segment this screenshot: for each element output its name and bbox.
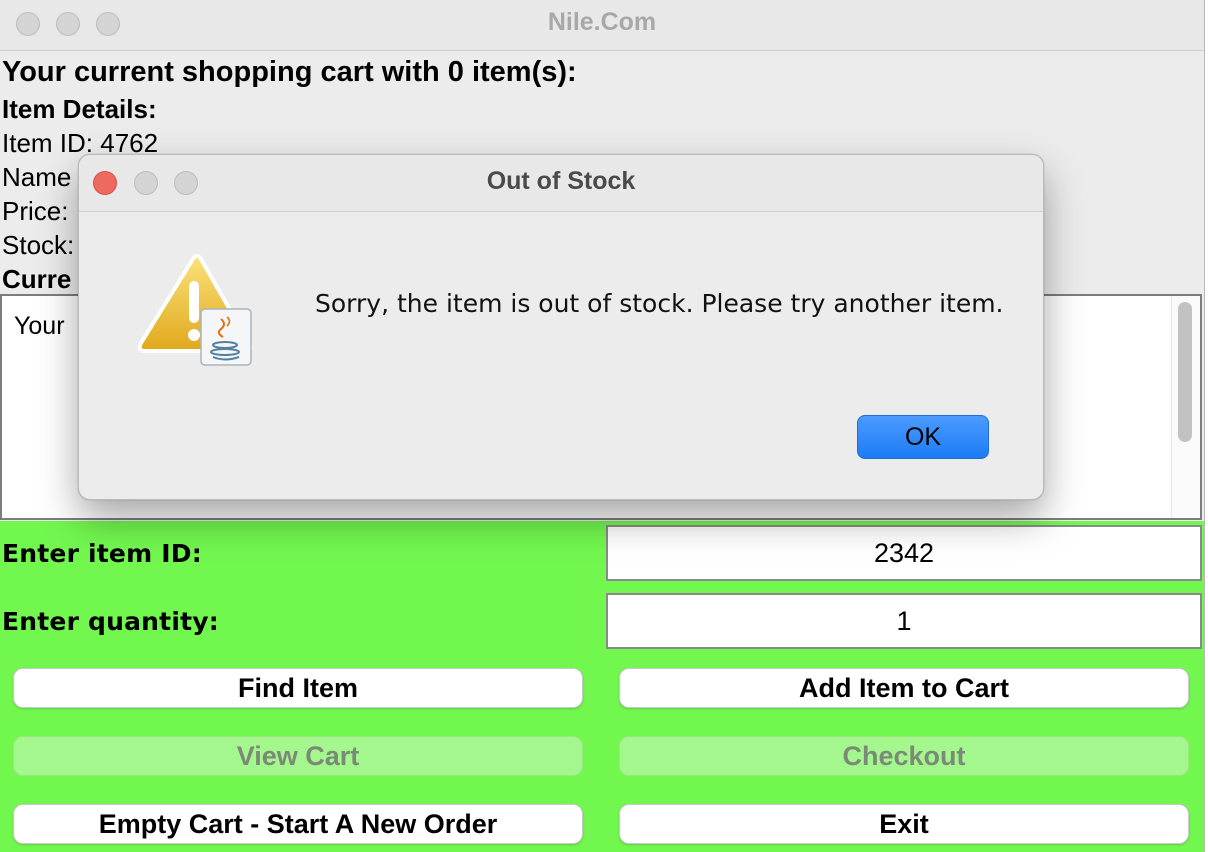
item-price-line: Price:: [2, 196, 69, 226]
cart-area-text: Your: [14, 312, 65, 340]
exit-button[interactable]: Exit: [619, 804, 1189, 844]
quantity-label: Enter quantity:: [2, 607, 219, 636]
cart-header: Your current shopping cart with 0 item(s…: [2, 56, 577, 88]
cart-scrollbar[interactable]: [1171, 296, 1200, 518]
item-name-line: Name: [2, 162, 72, 192]
window-titlebar: Nile.Com: [0, 0, 1204, 51]
checkout-button[interactable]: Checkout: [619, 736, 1189, 776]
dialog-message: Sorry, the item is out of stock. Please …: [315, 289, 1004, 318]
window-title: Nile.Com: [547, 8, 657, 36]
current-cart-heading: Curre: [2, 264, 72, 294]
dialog-title: Out of Stock: [486, 167, 636, 195]
warning-java-icon: [133, 253, 257, 369]
cart-scroll-thumb[interactable]: [1178, 302, 1192, 442]
item-id-label: Enter item ID:: [2, 539, 202, 568]
item-details-heading: Item Details:: [2, 94, 157, 124]
quantity-input[interactable]: 1: [606, 593, 1202, 649]
dialog-titlebar: Out of Stock: [79, 155, 1043, 212]
out-of-stock-dialog: Out of Stock Sorry, the item is out of s…: [78, 154, 1044, 500]
item-stock-line: Stock:: [2, 230, 75, 260]
ok-button[interactable]: OK: [857, 415, 989, 459]
controls-panel: Enter item ID: 2342 Enter quantity: 1 Fi…: [0, 521, 1204, 852]
view-cart-button[interactable]: View Cart: [13, 736, 583, 776]
empty-cart-button[interactable]: Empty Cart - Start A New Order: [13, 804, 583, 844]
item-id-input[interactable]: 2342: [606, 525, 1202, 581]
find-item-button[interactable]: Find Item: [13, 668, 583, 708]
add-item-button[interactable]: Add Item to Cart: [619, 668, 1189, 708]
